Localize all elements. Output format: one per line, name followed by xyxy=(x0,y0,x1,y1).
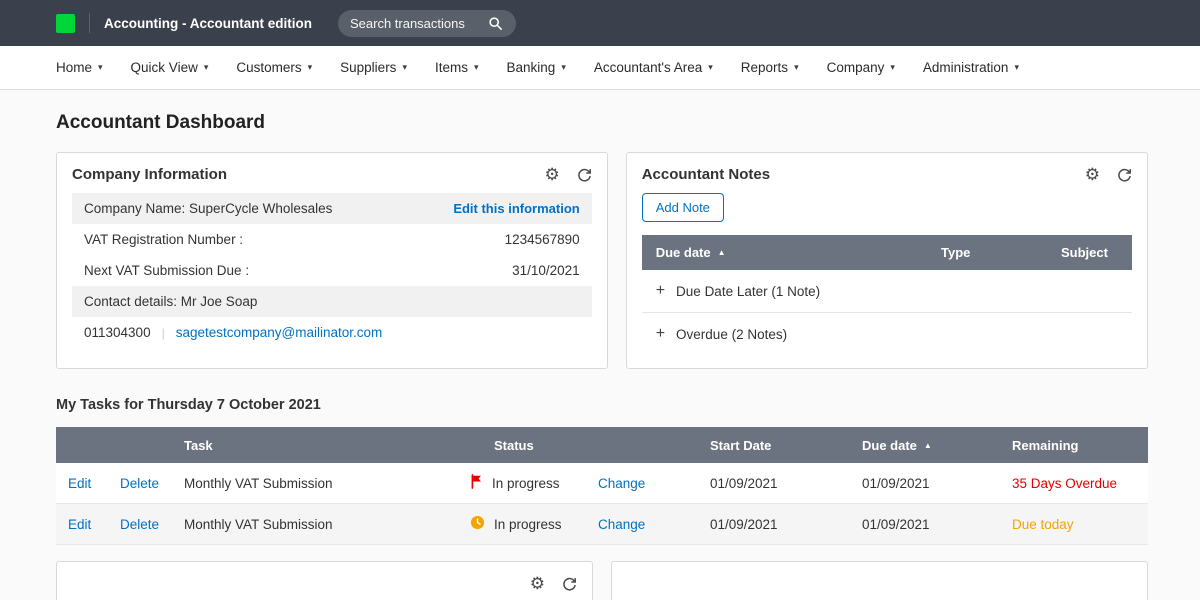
notes-col-subject[interactable]: Subject xyxy=(1047,235,1132,270)
task-start-date: 01/09/2021 xyxy=(698,476,850,491)
chevron-down-icon: ▾ xyxy=(708,62,713,73)
note-group-due-later[interactable]: + Due Date Later (1 Note) xyxy=(642,270,1132,313)
table-row: Edit Delete Monthly VAT Submission In pr… xyxy=(56,463,1148,504)
vat-submission-value: 31/10/2021 xyxy=(512,263,580,278)
accountant-notes-title: Accountant Notes xyxy=(642,166,770,183)
chevron-down-icon: ▾ xyxy=(794,62,799,73)
tasks-col-task[interactable]: Task xyxy=(172,438,458,453)
bottom-right-card xyxy=(611,561,1148,600)
search-icon[interactable] xyxy=(488,16,503,31)
nav-item-banking[interactable]: Banking▾ xyxy=(507,60,566,75)
table-row: Edit Delete Monthly VAT Submission In pr… xyxy=(56,504,1148,545)
bottom-left-card: ⚙ xyxy=(56,561,593,600)
task-due-date: 01/09/2021 xyxy=(850,517,1000,532)
expand-icon[interactable]: + xyxy=(656,283,665,299)
change-status-link[interactable]: Change xyxy=(598,476,645,491)
chevron-down-icon: ▾ xyxy=(98,62,103,73)
task-due-date: 01/09/2021 xyxy=(850,476,1000,491)
vat-submission-row: Next VAT Submission Due : 31/10/2021 xyxy=(72,255,592,286)
notes-col-type[interactable]: Type xyxy=(927,235,1047,270)
phone-number: 011304300 xyxy=(84,325,151,340)
notes-col-due-date[interactable]: Due date ▲ xyxy=(642,235,927,270)
email-link[interactable]: sagetestcompany@mailinator.com xyxy=(176,325,383,340)
divider: | xyxy=(162,326,165,340)
tasks-col-start-date[interactable]: Start Date xyxy=(698,438,850,453)
vat-registration-label: VAT Registration Number : xyxy=(84,232,243,247)
contact-details-text: Contact details: Mr Joe Soap xyxy=(84,294,257,309)
task-status: In progress xyxy=(494,517,562,532)
accountant-notes-card: Accountant Notes ⚙ Add Note Due date ▲ xyxy=(626,152,1148,369)
nav-item-company[interactable]: Company▾ xyxy=(827,60,895,75)
sort-asc-icon: ▲ xyxy=(718,248,726,257)
chevron-down-icon: ▾ xyxy=(1014,62,1019,73)
refresh-icon[interactable] xyxy=(562,576,577,591)
task-name: Monthly VAT Submission xyxy=(172,476,458,491)
sage-logo[interactable] xyxy=(56,14,75,33)
flag-icon xyxy=(470,474,483,492)
nav-item-home[interactable]: Home▾ xyxy=(56,60,103,75)
clock-icon xyxy=(470,515,485,533)
refresh-icon[interactable] xyxy=(577,167,592,182)
tasks-col-remaining[interactable]: Remaining xyxy=(1000,438,1148,453)
chevron-down-icon: ▾ xyxy=(204,62,209,73)
nav-item-suppliers[interactable]: Suppliers▾ xyxy=(340,60,407,75)
task-name: Monthly VAT Submission xyxy=(172,517,458,532)
tasks-table-header: Task Status Start Date Due date ▲ Remain… xyxy=(56,427,1148,463)
app-title: Accounting - Accountant edition xyxy=(104,16,312,31)
chevron-down-icon: ▾ xyxy=(561,62,566,73)
topbar-divider xyxy=(89,13,90,33)
chevron-down-icon: ▾ xyxy=(890,62,895,73)
task-remaining: 35 Days Overdue xyxy=(1000,476,1148,491)
tasks-col-due-date[interactable]: Due date ▲ xyxy=(850,438,1000,453)
note-group-label: Overdue (2 Notes) xyxy=(676,327,787,342)
vat-submission-label: Next VAT Submission Due : xyxy=(84,263,249,278)
task-start-date: 01/09/2021 xyxy=(698,517,850,532)
chevron-down-icon: ▾ xyxy=(308,62,313,73)
tasks-col-status[interactable]: Status xyxy=(458,438,586,453)
task-remaining: Due today xyxy=(1000,517,1148,532)
gear-icon[interactable]: ⚙ xyxy=(530,575,545,592)
vat-registration-value: 1234567890 xyxy=(505,232,580,247)
edit-link[interactable]: Edit xyxy=(68,476,91,491)
page-title: Accountant Dashboard xyxy=(56,112,1148,134)
tasks-heading: My Tasks for Thursday 7 October 2021 xyxy=(56,397,1148,413)
main-nav: Home▾ Quick View▾ Customers▾ Suppliers▾ … xyxy=(0,46,1200,90)
nav-item-reports[interactable]: Reports▾ xyxy=(741,60,799,75)
note-group-label: Due Date Later (1 Note) xyxy=(676,284,820,299)
topbar: Accounting - Accountant edition xyxy=(0,0,1200,46)
delete-link[interactable]: Delete xyxy=(120,517,159,532)
edit-link[interactable]: Edit xyxy=(68,517,91,532)
company-name-row: Company Name: SuperCycle Wholesales Edit… xyxy=(72,193,592,224)
sort-asc-icon: ▲ xyxy=(924,441,932,450)
tasks-table: Task Status Start Date Due date ▲ Remain… xyxy=(56,427,1148,545)
note-group-overdue[interactable]: + Overdue (2 Notes) xyxy=(642,313,1132,355)
change-status-link[interactable]: Change xyxy=(598,517,645,532)
notes-table-header: Due date ▲ Type Subject xyxy=(642,235,1132,270)
nav-item-administration[interactable]: Administration▾ xyxy=(923,60,1019,75)
nav-item-customers[interactable]: Customers▾ xyxy=(236,60,312,75)
gear-icon[interactable]: ⚙ xyxy=(1085,166,1100,183)
nav-item-accountants-area[interactable]: Accountant's Area▾ xyxy=(594,60,713,75)
task-status: In progress xyxy=(492,476,560,491)
expand-icon[interactable]: + xyxy=(656,326,665,342)
edit-information-link[interactable]: Edit this information xyxy=(453,201,579,216)
nav-item-items[interactable]: Items▾ xyxy=(435,60,479,75)
phone-email-row: 011304300 | sagetestcompany@mailinator.c… xyxy=(72,317,592,348)
search-box[interactable] xyxy=(338,10,516,37)
contact-details-row: Contact details: Mr Joe Soap xyxy=(72,286,592,317)
add-note-button[interactable]: Add Note xyxy=(642,193,724,222)
company-name-text: Company Name: SuperCycle Wholesales xyxy=(84,201,332,216)
chevron-down-icon: ▾ xyxy=(402,62,407,73)
gear-icon[interactable]: ⚙ xyxy=(544,166,559,183)
refresh-icon[interactable] xyxy=(1117,167,1132,182)
company-information-card: Company Information ⚙ Company Name: Supe… xyxy=(56,152,608,369)
nav-item-quick-view[interactable]: Quick View▾ xyxy=(131,60,209,75)
delete-link[interactable]: Delete xyxy=(120,476,159,491)
vat-registration-row: VAT Registration Number : 1234567890 xyxy=(72,224,592,255)
search-input[interactable] xyxy=(350,16,488,31)
company-information-title: Company Information xyxy=(72,166,227,183)
chevron-down-icon: ▾ xyxy=(474,62,479,73)
